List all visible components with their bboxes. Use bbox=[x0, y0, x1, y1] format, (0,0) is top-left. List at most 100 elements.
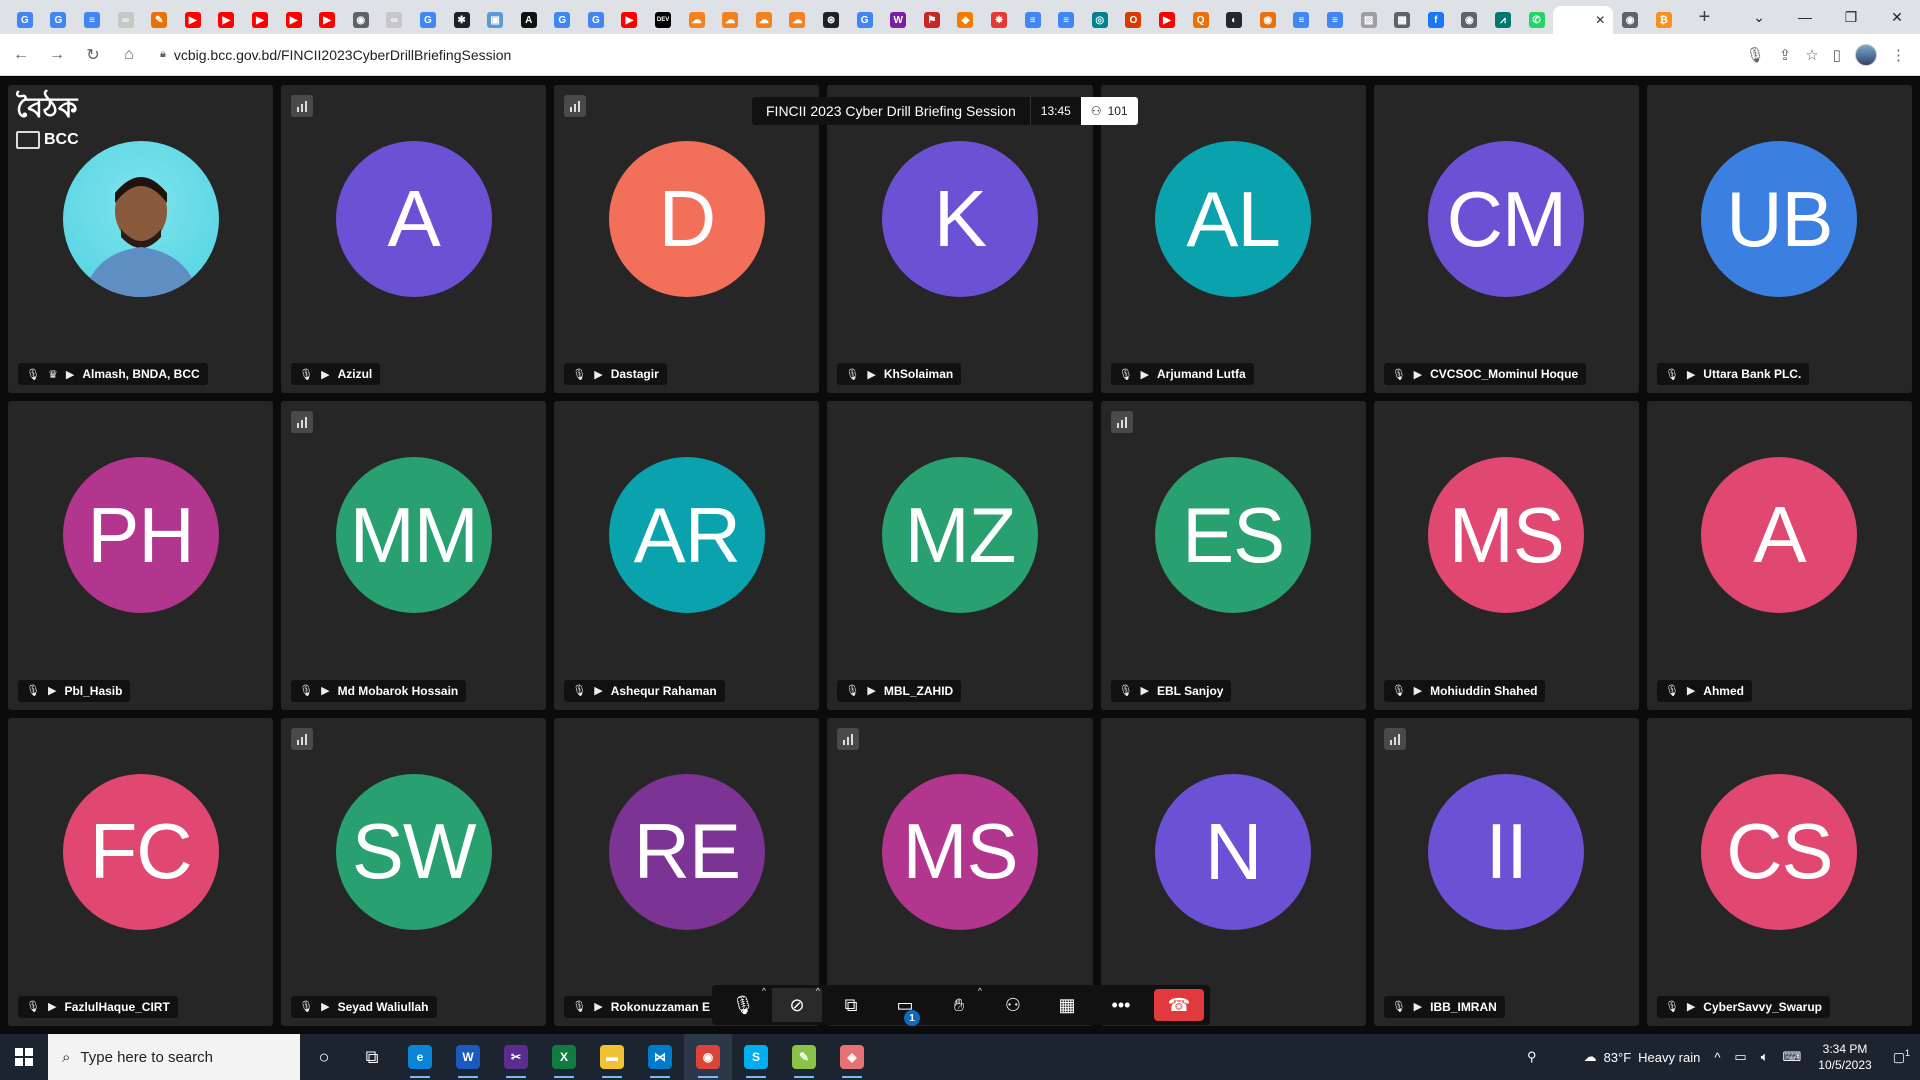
participant-tile[interactable]: CS 🎙︎ ▶ CyberSavvy_Swarup bbox=[1646, 717, 1912, 1026]
browser-tab[interactable]: ≡ bbox=[1318, 6, 1352, 34]
taskbar-app[interactable]: ⧉ bbox=[348, 1034, 396, 1080]
taskbar-app[interactable]: ⋈ bbox=[636, 1034, 684, 1080]
weather-desc[interactable]: Heavy rain bbox=[1638, 1050, 1700, 1065]
browser-tab[interactable]: ≡ bbox=[1285, 6, 1319, 34]
profile-avatar[interactable] bbox=[1855, 43, 1877, 66]
microphone-icon[interactable]: 🎙︎ bbox=[1746, 46, 1765, 64]
browser-tab[interactable]: f bbox=[1419, 6, 1453, 34]
participant-count-button[interactable]: ⚇ 101 bbox=[1080, 97, 1138, 125]
browser-tab[interactable]: ☁ bbox=[747, 6, 781, 34]
participant-tile[interactable]: AL 🎙︎ ▶ Arjumand Lutfa bbox=[1100, 85, 1366, 394]
tab-close-icon[interactable]: ✕ bbox=[1595, 13, 1605, 27]
browser-tab[interactable]: A bbox=[512, 6, 546, 34]
browser-tab[interactable]: ⚑ bbox=[915, 6, 949, 34]
browser-tab[interactable]: ◆ bbox=[949, 6, 983, 34]
start-button[interactable] bbox=[0, 1034, 48, 1080]
browser-tab[interactable]: ◉ bbox=[1453, 6, 1487, 34]
participant-tile[interactable]: PH 🎙︎ ▶ Pbl_Hasib bbox=[8, 401, 274, 710]
taskbar-app[interactable]: S bbox=[732, 1034, 780, 1080]
participant-tile[interactable]: II 🎙︎ ▶ IBB_IMRAN bbox=[1373, 717, 1639, 1026]
browser-tab[interactable]: ◉ bbox=[344, 6, 378, 34]
weather-temp[interactable]: 83°F bbox=[1604, 1050, 1632, 1065]
raise-hand-button[interactable]: ✋︎ ^ bbox=[934, 986, 984, 1022]
taskbar-app[interactable]: ▬ bbox=[588, 1034, 636, 1080]
browser-tab[interactable]: G bbox=[411, 6, 445, 34]
browser-tab[interactable]: ▶ bbox=[210, 6, 244, 34]
participant-tile[interactable]: বৈঠক BCC 🎙︎ ♛ ▶ Almash, BNDA, BCC bbox=[8, 85, 274, 394]
keyboard-icon[interactable]: ⌨ bbox=[1783, 1049, 1802, 1065]
taskbar-app[interactable]: ✂ bbox=[492, 1034, 540, 1080]
participant-tile[interactable]: A 🎙︎ ▶ Ahmed bbox=[1646, 401, 1912, 710]
notifications-icon[interactable]: ▢1 bbox=[1893, 1048, 1910, 1065]
volume-icon[interactable]: 🔈︎ bbox=[1761, 1049, 1769, 1065]
participant-tile[interactable]: AR 🎙︎ ▶ Ashequr Rahaman bbox=[554, 401, 820, 710]
participant-tile[interactable]: UB 🎙︎ ▶ Uttara Bank PLC. bbox=[1646, 85, 1912, 394]
taskbar-search[interactable]: ⌕ Type here to search bbox=[48, 1034, 300, 1080]
browser-tab[interactable]: G bbox=[848, 6, 882, 34]
lock-icon[interactable]: 🔒︎ bbox=[160, 48, 166, 61]
participant-tile[interactable]: SW 🎙︎ ▶ Seyad Waliullah bbox=[281, 717, 547, 1026]
participant-tile[interactable]: A 🎙︎ ▶ Azizul bbox=[281, 85, 547, 394]
browser-tab[interactable]: ✸ bbox=[982, 6, 1016, 34]
browser-tab[interactable]: ⩘ bbox=[1486, 6, 1520, 34]
close-window-icon[interactable]: ✕ bbox=[1874, 9, 1920, 26]
chat-button[interactable]: ▭ 1 bbox=[880, 988, 930, 1026]
participant-tile[interactable]: MZ 🎙︎ ▶ MBL_ZAHID bbox=[827, 401, 1093, 710]
browser-tab[interactable]: O bbox=[1117, 6, 1151, 34]
browser-tab[interactable]: ✱ bbox=[445, 6, 479, 34]
people-icon[interactable]: ⚲ bbox=[1527, 1049, 1537, 1065]
mute-button[interactable]: 🎙︎ ^ bbox=[718, 986, 768, 1022]
weather-icon[interactable]: ☁ bbox=[1584, 1049, 1597, 1065]
participant-tile[interactable]: ES 🎙︎ ▶ EBL Sanjoy bbox=[1100, 401, 1366, 710]
browser-tab[interactable]: ☁ bbox=[781, 6, 815, 34]
forward-icon[interactable]: → bbox=[42, 40, 72, 70]
show-hidden-icons-icon[interactable]: ^ bbox=[1714, 1050, 1720, 1065]
browser-tab[interactable]: ◐ bbox=[1217, 6, 1251, 34]
browser-tab[interactable]: ≡ bbox=[1049, 6, 1083, 34]
minimize-icon[interactable]: — bbox=[1782, 9, 1828, 25]
browser-tab[interactable]: ✕ bbox=[1553, 6, 1614, 34]
taskbar-app[interactable]: ○ bbox=[300, 1034, 348, 1080]
share-screen-button[interactable]: ⧉ bbox=[826, 988, 876, 1022]
browser-tab[interactable]: G bbox=[579, 6, 613, 34]
browser-tab[interactable]: ✎ bbox=[142, 6, 176, 34]
network-icon[interactable]: ▭ bbox=[1734, 1049, 1746, 1065]
browser-tab[interactable]: W bbox=[881, 6, 915, 34]
browser-tab[interactable]: G bbox=[546, 6, 580, 34]
taskbar-app[interactable]: X bbox=[540, 1034, 588, 1080]
browser-tab[interactable]: DEV bbox=[646, 6, 680, 34]
tab-search-icon[interactable]: ⌄ bbox=[1736, 9, 1782, 26]
browser-tab[interactable]: G bbox=[42, 6, 76, 34]
browser-tab[interactable]: ✆ bbox=[1520, 6, 1554, 34]
layout-button[interactable]: ▦ bbox=[1042, 988, 1092, 1022]
browser-tab[interactable]: ⊛ bbox=[814, 6, 848, 34]
back-icon[interactable]: ← bbox=[6, 40, 36, 70]
browser-tab[interactable]: ∞ bbox=[378, 6, 412, 34]
browser-tab[interactable]: ∞ bbox=[109, 6, 143, 34]
browser-tab[interactable]: ₿ bbox=[1647, 6, 1681, 34]
camera-options-caret[interactable]: ^ bbox=[816, 986, 820, 996]
browser-tab[interactable]: ▶ bbox=[1150, 6, 1184, 34]
browser-tab[interactable]: ≡ bbox=[1016, 6, 1050, 34]
browser-tab[interactable]: ☁ bbox=[680, 6, 714, 34]
taskbar-app[interactable]: e bbox=[396, 1034, 444, 1080]
taskbar-app[interactable]: ◉ bbox=[684, 1034, 732, 1080]
home-icon[interactable]: ⌂ bbox=[114, 40, 144, 70]
browser-tab[interactable]: ▶ bbox=[277, 6, 311, 34]
menu-kebab-icon[interactable]: ⋮ bbox=[1891, 46, 1906, 64]
share-icon[interactable]: ⇪ bbox=[1779, 46, 1792, 64]
browser-tab[interactable]: ▶ bbox=[310, 6, 344, 34]
participant-tile[interactable]: MS 🎙︎ ▶ Mohiuddin Shahed bbox=[1373, 401, 1639, 710]
browser-tab[interactable]: ▣ bbox=[478, 6, 512, 34]
participant-tile[interactable]: MS bbox=[827, 717, 1093, 1026]
participant-tile[interactable]: N bbox=[1100, 717, 1366, 1026]
browser-tab[interactable]: ◉ bbox=[1251, 6, 1285, 34]
taskbar-app[interactable]: W bbox=[444, 1034, 492, 1080]
address-bar[interactable]: 🔒︎ vcbig.bcc.gov.bd/FINCII2023CyberDrill… bbox=[150, 38, 1740, 71]
browser-tab[interactable]: G bbox=[8, 6, 42, 34]
participant-tile[interactable]: CM 🎙︎ ▶ CVCSOC_Mominul Hoque bbox=[1373, 85, 1639, 394]
browser-tab[interactable]: ▦ bbox=[1385, 6, 1419, 34]
browser-tab[interactable]: ▶ bbox=[176, 6, 210, 34]
reactions-caret[interactable]: ^ bbox=[978, 986, 982, 996]
leave-call-button[interactable]: ☎︎ bbox=[1154, 989, 1204, 1021]
